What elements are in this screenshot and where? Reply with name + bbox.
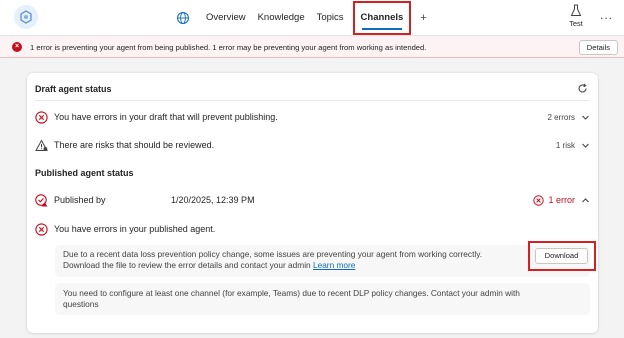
- error-icon: [35, 110, 48, 124]
- error-icon: [533, 194, 545, 206]
- refresh-icon[interactable]: [577, 83, 588, 94]
- dlp-notice-line2: Download the file to review the error de…: [63, 260, 582, 271]
- dlp-notice: Due to a recent data loss prevention pol…: [55, 245, 590, 277]
- published-error-count: 1 error: [533, 194, 575, 206]
- chevron-down-icon: [581, 113, 590, 122]
- published-by-label: Published by: [54, 195, 106, 205]
- status-card: Draft agent status You have errors in yo…: [27, 73, 598, 333]
- draft-risks-text: There are risks that should be reviewed.: [54, 140, 215, 150]
- published-error-count-text: 1 error: [548, 195, 575, 205]
- dlp-notice-line2-text: Download the file to review the error de…: [63, 260, 311, 270]
- published-errors-text: You have errors in your published agent.: [54, 224, 216, 234]
- details-button[interactable]: Details: [578, 40, 618, 55]
- nav-tabs: Overview Knowledge Topics Channels +: [176, 0, 433, 36]
- published-status-title: Published agent status: [35, 168, 134, 178]
- error-icon: ×: [12, 42, 22, 52]
- tab-knowledge[interactable]: Knowledge: [252, 0, 311, 36]
- learn-more-link[interactable]: Learn more: [313, 260, 355, 270]
- published-errors-row: You have errors in your published agent.: [35, 221, 590, 237]
- error-icon: [35, 222, 48, 236]
- published-row[interactable]: Published by 1/20/2025, 12:39 PM 1 error: [35, 192, 590, 208]
- draft-errors-count: 2 errors: [547, 112, 575, 122]
- top-bar: Overview Knowledge Topics Channels + Tes…: [0, 0, 624, 36]
- tab-overview[interactable]: Overview: [200, 0, 252, 36]
- chevron-up-icon: [581, 196, 590, 205]
- draft-errors-toggle[interactable]: 2 errors: [547, 113, 590, 122]
- test-button[interactable]: Test: [563, 4, 589, 28]
- published-error-icon: [35, 193, 48, 207]
- published-date: 1/20/2025, 12:39 PM: [171, 195, 255, 205]
- add-tab-button[interactable]: +: [414, 12, 432, 24]
- divider: [35, 100, 590, 101]
- channel-notice: You need to configure at least one chann…: [55, 283, 590, 315]
- download-highlight: Download: [528, 241, 596, 271]
- draft-risks-toggle[interactable]: 1 risk: [556, 141, 590, 150]
- channel-notice-line1: You need to configure at least one chann…: [63, 288, 520, 298]
- download-button[interactable]: Download: [535, 248, 588, 264]
- draft-status-title: Draft agent status: [35, 84, 112, 94]
- banner-message: 1 error is preventing your agent from be…: [30, 42, 427, 52]
- globe-icon[interactable]: [176, 11, 190, 25]
- draft-risks-count: 1 risk: [555, 140, 575, 150]
- tab-channels[interactable]: Channels: [352, 1, 412, 35]
- flask-icon: [570, 4, 582, 17]
- agent-logo-icon[interactable]: [14, 5, 38, 29]
- more-icon[interactable]: ...: [600, 8, 613, 22]
- draft-errors-text: You have errors in your draft that will …: [54, 112, 278, 122]
- draft-errors-row[interactable]: You have errors in your draft that will …: [35, 109, 590, 125]
- published-errors-toggle[interactable]: 1 error: [533, 194, 590, 206]
- test-label: Test: [569, 19, 583, 28]
- tab-topics[interactable]: Topics: [311, 0, 350, 36]
- chevron-down-icon: [581, 141, 590, 150]
- channel-notice-line2: questions: [63, 299, 99, 309]
- draft-risks-row[interactable]: There are risks that should be reviewed.…: [35, 137, 590, 153]
- warning-icon: [35, 138, 48, 152]
- dlp-notice-line1: Due to a recent data loss prevention pol…: [63, 249, 483, 259]
- error-banner: × 1 error is preventing your agent from …: [0, 37, 624, 58]
